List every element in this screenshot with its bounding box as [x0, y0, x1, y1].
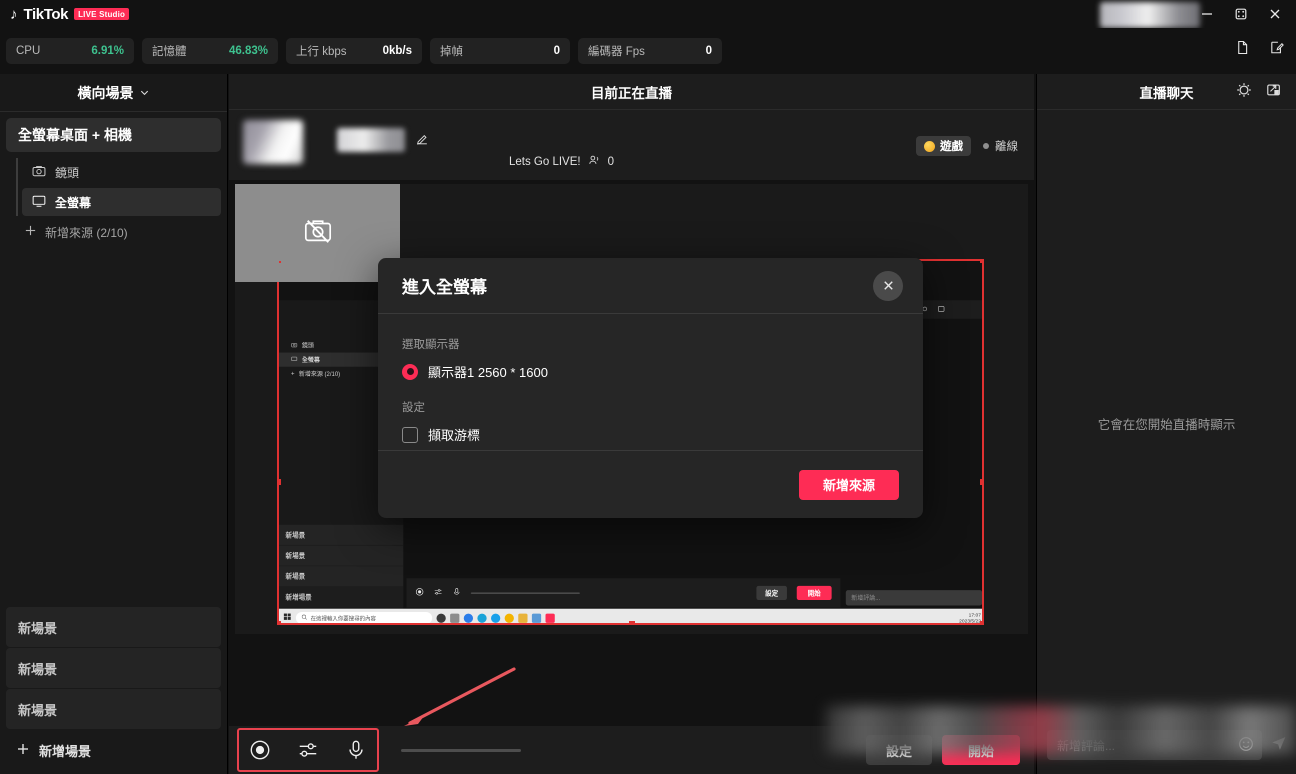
capture-cursor-checkbox[interactable]: 擷取游標 — [402, 425, 899, 444]
close-icon[interactable] — [873, 271, 903, 301]
app-root: ♪ TikTok LIVE Studio — [0, 0, 1296, 774]
checkbox-unchecked-icon — [402, 427, 418, 443]
dialog-header: 進入全螢幕 — [378, 258, 923, 314]
add-source-submit-button[interactable]: 新增來源 — [799, 470, 899, 500]
display-section-label: 選取顯示器 — [402, 336, 899, 352]
dialog-footer: 新增來源 — [378, 450, 923, 518]
radio-selected-icon — [402, 364, 418, 380]
capture-cursor-label: 擷取游標 — [428, 425, 480, 444]
display-option-label: 顯示器1 2560 * 1600 — [428, 362, 548, 381]
display-radio-option[interactable]: 顯示器1 2560 * 1600 — [402, 362, 899, 381]
dialog-body: 選取顯示器 顯示器1 2560 * 1600 設定 擷取游標 — [378, 314, 923, 450]
dialog-title: 進入全螢幕 — [402, 273, 487, 298]
settings-section-label: 設定 — [402, 399, 899, 415]
fullscreen-source-dialog: 進入全螢幕 選取顯示器 顯示器1 2560 * 1600 設定 擷取游標 新增來… — [378, 258, 923, 518]
